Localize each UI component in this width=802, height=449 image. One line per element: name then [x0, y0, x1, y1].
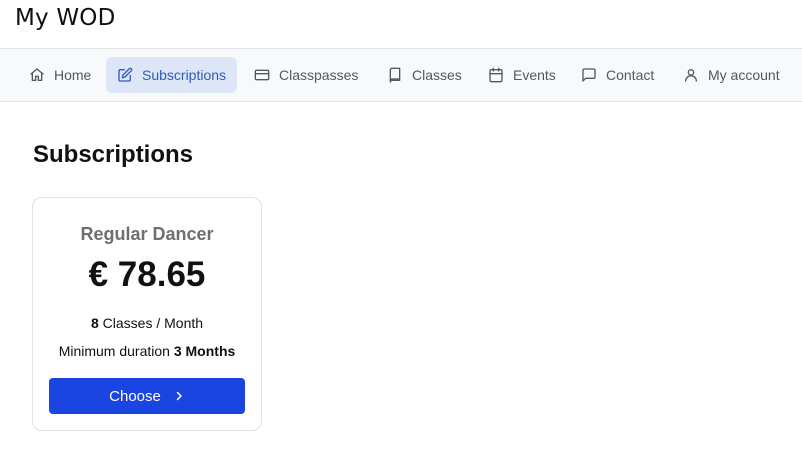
classes-count: 8 — [90, 315, 99, 331]
nav-item-events[interactable]: Events — [477, 57, 567, 93]
plan-duration: Minimum duration 3 Months — [33, 343, 261, 359]
nav-item-label: Contact — [606, 67, 655, 83]
nav-item-label: Classes — [412, 67, 462, 83]
classes-unit: Classes / Month — [102, 315, 204, 331]
plan-name: Regular Dancer — [80, 224, 214, 244]
subscription-card: Regular Dancer € 78.65 8 Classes / Month… — [32, 197, 262, 431]
calendar-icon — [489, 67, 503, 83]
page-title: Subscriptions — [33, 141, 194, 168]
choose-button-label: Choose — [109, 387, 161, 405]
main-navbar: Home Subscriptions Classpasses Classes E… — [0, 48, 802, 102]
nav-item-subscriptions[interactable]: Subscriptions — [106, 57, 238, 93]
duration-prefix: Minimum duration — [58, 343, 170, 359]
home-icon — [30, 68, 44, 81]
plan-classes: 8 Classes / Month — [33, 315, 261, 331]
nav-item-contact[interactable]: Contact — [570, 57, 665, 93]
app-title[interactable]: My WOD — [15, 3, 116, 33]
nav-item-classpasses[interactable]: Classpasses — [243, 57, 369, 93]
nav-item-my-account[interactable]: My account — [672, 57, 791, 93]
chevron-right-icon — [176, 391, 182, 401]
message-icon — [582, 68, 596, 82]
nav-item-label: Home — [54, 67, 92, 83]
nav-item-home[interactable]: Home — [18, 57, 102, 93]
book-icon — [389, 67, 401, 83]
choose-button[interactable]: Choose — [49, 378, 245, 414]
duration-value: 3 Months — [173, 343, 236, 359]
nav-item-label: Classpasses — [279, 67, 359, 83]
credit-card-icon — [254, 69, 270, 81]
nav-item-label: Events — [513, 67, 556, 83]
edit-icon — [118, 67, 133, 82]
nav-item-label: Subscriptions — [142, 67, 227, 83]
user-icon — [685, 69, 697, 82]
plan-price: € 78.65 — [88, 255, 206, 294]
nav-item-classes[interactable]: Classes — [376, 57, 473, 93]
nav-item-label: My account — [708, 67, 780, 83]
